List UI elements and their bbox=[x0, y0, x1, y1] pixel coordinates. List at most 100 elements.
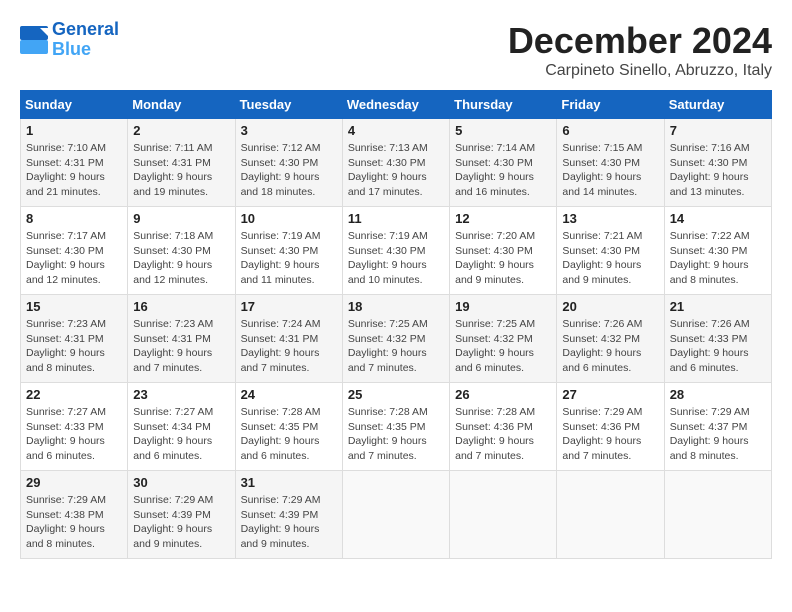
day-number: 1 bbox=[26, 123, 122, 138]
calendar-cell: 31 Sunrise: 7:29 AM Sunset: 4:39 PM Dayl… bbox=[235, 471, 342, 559]
day-info: Sunrise: 7:23 AM Sunset: 4:31 PM Dayligh… bbox=[26, 317, 122, 376]
daylight: Daylight: 9 hours and 7 minutes. bbox=[241, 346, 337, 375]
day-info: Sunrise: 7:23 AM Sunset: 4:31 PM Dayligh… bbox=[133, 317, 229, 376]
day-info: Sunrise: 7:20 AM Sunset: 4:30 PM Dayligh… bbox=[455, 229, 551, 288]
day-info: Sunrise: 7:28 AM Sunset: 4:35 PM Dayligh… bbox=[241, 405, 337, 464]
day-number: 14 bbox=[670, 211, 766, 226]
calendar-cell bbox=[557, 471, 664, 559]
day-info: Sunrise: 7:27 AM Sunset: 4:33 PM Dayligh… bbox=[26, 405, 122, 464]
daylight: Daylight: 9 hours and 18 minutes. bbox=[241, 170, 337, 199]
calendar-week-row: 29 Sunrise: 7:29 AM Sunset: 4:38 PM Dayl… bbox=[21, 471, 772, 559]
calendar-week-row: 8 Sunrise: 7:17 AM Sunset: 4:30 PM Dayli… bbox=[21, 207, 772, 295]
calendar-cell: 18 Sunrise: 7:25 AM Sunset: 4:32 PM Dayl… bbox=[342, 295, 449, 383]
sunset: Sunset: 4:30 PM bbox=[670, 244, 766, 259]
day-number: 12 bbox=[455, 211, 551, 226]
day-info: Sunrise: 7:19 AM Sunset: 4:30 PM Dayligh… bbox=[348, 229, 444, 288]
calendar-cell: 11 Sunrise: 7:19 AM Sunset: 4:30 PM Dayl… bbox=[342, 207, 449, 295]
sunset: Sunset: 4:31 PM bbox=[133, 156, 229, 171]
sunrise: Sunrise: 7:29 AM bbox=[670, 405, 766, 420]
sunrise: Sunrise: 7:26 AM bbox=[670, 317, 766, 332]
calendar-cell: 10 Sunrise: 7:19 AM Sunset: 4:30 PM Dayl… bbox=[235, 207, 342, 295]
calendar-cell: 29 Sunrise: 7:29 AM Sunset: 4:38 PM Dayl… bbox=[21, 471, 128, 559]
calendar-cell: 4 Sunrise: 7:13 AM Sunset: 4:30 PM Dayli… bbox=[342, 119, 449, 207]
day-number: 25 bbox=[348, 387, 444, 402]
day-number: 29 bbox=[26, 475, 122, 490]
logo-icon bbox=[20, 26, 48, 54]
day-number: 8 bbox=[26, 211, 122, 226]
calendar-cell: 19 Sunrise: 7:25 AM Sunset: 4:32 PM Dayl… bbox=[450, 295, 557, 383]
sunrise: Sunrise: 7:19 AM bbox=[241, 229, 337, 244]
daylight: Daylight: 9 hours and 8 minutes. bbox=[26, 522, 122, 551]
day-info: Sunrise: 7:21 AM Sunset: 4:30 PM Dayligh… bbox=[562, 229, 658, 288]
calendar-cell: 14 Sunrise: 7:22 AM Sunset: 4:30 PM Dayl… bbox=[664, 207, 771, 295]
day-info: Sunrise: 7:22 AM Sunset: 4:30 PM Dayligh… bbox=[670, 229, 766, 288]
day-info: Sunrise: 7:24 AM Sunset: 4:31 PM Dayligh… bbox=[241, 317, 337, 376]
sunset: Sunset: 4:39 PM bbox=[133, 508, 229, 523]
location-title: Carpineto Sinello, Abruzzo, Italy bbox=[508, 62, 772, 80]
day-info: Sunrise: 7:17 AM Sunset: 4:30 PM Dayligh… bbox=[26, 229, 122, 288]
calendar-cell: 13 Sunrise: 7:21 AM Sunset: 4:30 PM Dayl… bbox=[557, 207, 664, 295]
day-info: Sunrise: 7:27 AM Sunset: 4:34 PM Dayligh… bbox=[133, 405, 229, 464]
calendar-table: Sunday Monday Tuesday Wednesday Thursday… bbox=[20, 90, 772, 559]
sunset: Sunset: 4:34 PM bbox=[133, 420, 229, 435]
calendar-cell: 28 Sunrise: 7:29 AM Sunset: 4:37 PM Dayl… bbox=[664, 383, 771, 471]
calendar-week-row: 1 Sunrise: 7:10 AM Sunset: 4:31 PM Dayli… bbox=[21, 119, 772, 207]
day-number: 27 bbox=[562, 387, 658, 402]
daylight: Daylight: 9 hours and 9 minutes. bbox=[455, 258, 551, 287]
calendar-cell bbox=[450, 471, 557, 559]
daylight: Daylight: 9 hours and 6 minutes. bbox=[670, 346, 766, 375]
day-info: Sunrise: 7:26 AM Sunset: 4:32 PM Dayligh… bbox=[562, 317, 658, 376]
day-number: 23 bbox=[133, 387, 229, 402]
day-number: 20 bbox=[562, 299, 658, 314]
sunset: Sunset: 4:30 PM bbox=[455, 244, 551, 259]
daylight: Daylight: 9 hours and 9 minutes. bbox=[133, 522, 229, 551]
day-number: 21 bbox=[670, 299, 766, 314]
col-tuesday: Tuesday bbox=[235, 91, 342, 119]
logo-line1: General bbox=[52, 19, 119, 39]
day-info: Sunrise: 7:29 AM Sunset: 4:36 PM Dayligh… bbox=[562, 405, 658, 464]
sunrise: Sunrise: 7:28 AM bbox=[455, 405, 551, 420]
logo-text: General Blue bbox=[52, 20, 119, 60]
day-number: 30 bbox=[133, 475, 229, 490]
sunrise: Sunrise: 7:29 AM bbox=[26, 493, 122, 508]
sunrise: Sunrise: 7:19 AM bbox=[348, 229, 444, 244]
sunrise: Sunrise: 7:10 AM bbox=[26, 141, 122, 156]
sunset: Sunset: 4:32 PM bbox=[455, 332, 551, 347]
day-number: 16 bbox=[133, 299, 229, 314]
daylight: Daylight: 9 hours and 12 minutes. bbox=[133, 258, 229, 287]
day-info: Sunrise: 7:25 AM Sunset: 4:32 PM Dayligh… bbox=[348, 317, 444, 376]
sunrise: Sunrise: 7:25 AM bbox=[348, 317, 444, 332]
day-info: Sunrise: 7:13 AM Sunset: 4:30 PM Dayligh… bbox=[348, 141, 444, 200]
calendar-cell bbox=[342, 471, 449, 559]
sunset: Sunset: 4:36 PM bbox=[562, 420, 658, 435]
sunrise: Sunrise: 7:17 AM bbox=[26, 229, 122, 244]
day-number: 11 bbox=[348, 211, 444, 226]
page-header: General Blue December 2024 Carpineto Sin… bbox=[20, 20, 772, 80]
sunrise: Sunrise: 7:28 AM bbox=[348, 405, 444, 420]
daylight: Daylight: 9 hours and 7 minutes. bbox=[348, 434, 444, 463]
day-info: Sunrise: 7:29 AM Sunset: 4:39 PM Dayligh… bbox=[241, 493, 337, 552]
calendar-cell: 6 Sunrise: 7:15 AM Sunset: 4:30 PM Dayli… bbox=[557, 119, 664, 207]
day-info: Sunrise: 7:18 AM Sunset: 4:30 PM Dayligh… bbox=[133, 229, 229, 288]
calendar-cell: 8 Sunrise: 7:17 AM Sunset: 4:30 PM Dayli… bbox=[21, 207, 128, 295]
day-info: Sunrise: 7:29 AM Sunset: 4:38 PM Dayligh… bbox=[26, 493, 122, 552]
day-number: 6 bbox=[562, 123, 658, 138]
sunset: Sunset: 4:30 PM bbox=[241, 156, 337, 171]
day-info: Sunrise: 7:16 AM Sunset: 4:30 PM Dayligh… bbox=[670, 141, 766, 200]
calendar-cell: 27 Sunrise: 7:29 AM Sunset: 4:36 PM Dayl… bbox=[557, 383, 664, 471]
day-number: 5 bbox=[455, 123, 551, 138]
sunset: Sunset: 4:38 PM bbox=[26, 508, 122, 523]
sunset: Sunset: 4:33 PM bbox=[26, 420, 122, 435]
sunrise: Sunrise: 7:22 AM bbox=[670, 229, 766, 244]
sunset: Sunset: 4:30 PM bbox=[562, 244, 658, 259]
daylight: Daylight: 9 hours and 6 minutes. bbox=[133, 434, 229, 463]
day-info: Sunrise: 7:19 AM Sunset: 4:30 PM Dayligh… bbox=[241, 229, 337, 288]
calendar-cell: 12 Sunrise: 7:20 AM Sunset: 4:30 PM Dayl… bbox=[450, 207, 557, 295]
daylight: Daylight: 9 hours and 21 minutes. bbox=[26, 170, 122, 199]
day-number: 9 bbox=[133, 211, 229, 226]
daylight: Daylight: 9 hours and 12 minutes. bbox=[26, 258, 122, 287]
calendar-cell: 21 Sunrise: 7:26 AM Sunset: 4:33 PM Dayl… bbox=[664, 295, 771, 383]
day-number: 7 bbox=[670, 123, 766, 138]
logo-line2: Blue bbox=[52, 39, 91, 59]
col-friday: Friday bbox=[557, 91, 664, 119]
